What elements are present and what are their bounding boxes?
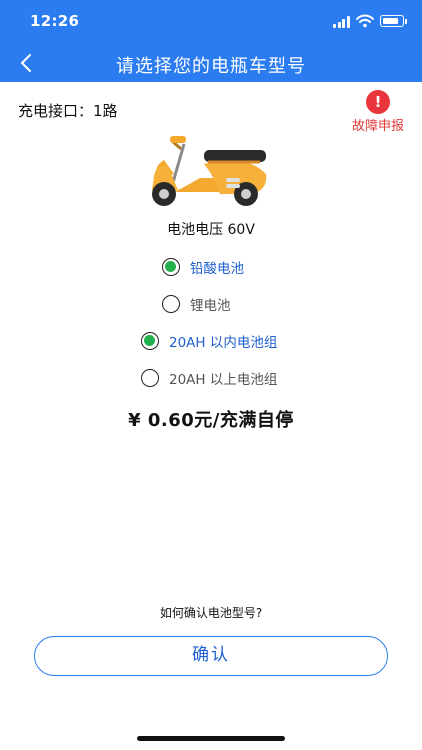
home-indicator — [137, 736, 285, 741]
help-link[interactable]: 如何确认电池型号? — [0, 604, 422, 621]
battery-type-lithium[interactable]: 锂电池 — [162, 294, 231, 314]
status-bar: 12:26 — [0, 0, 422, 44]
capacity-label: 20AH 以内电池组 — [169, 335, 278, 351]
radio-icon — [141, 369, 159, 387]
confirm-button[interactable]: 确认 — [34, 636, 388, 676]
capacity-label: 20AH 以上电池组 — [169, 372, 278, 388]
nav-bar: 请选择您的电瓶车型号 — [0, 44, 422, 82]
capacity-over-20ah[interactable]: 20AH 以上电池组 — [141, 368, 277, 388]
wifi-icon — [356, 14, 374, 28]
price-label: ¥ 0.60元/充满自停 — [128, 410, 294, 431]
battery-level — [383, 18, 398, 24]
exclamation-icon: ! — [366, 90, 390, 114]
voltage-label: 电池电压 60V — [167, 222, 255, 238]
radio-icon — [162, 295, 180, 313]
chevron-left-icon[interactable] — [12, 48, 42, 78]
capacity-under-20ah[interactable]: 20AH 以内电池组 — [141, 331, 277, 351]
scooter-icon — [152, 136, 267, 206]
radio-icon — [141, 332, 159, 350]
battery-type-label: 铅酸电池 — [190, 261, 244, 277]
charge-port-label: 充电接口：1路 — [18, 102, 118, 120]
battery-type-lead-acid[interactable]: 铅酸电池 — [162, 257, 244, 277]
battery-icon — [380, 15, 407, 27]
fault-report-button[interactable]: ! 故障申报 — [340, 90, 416, 134]
fault-report-label: 故障申报 — [351, 119, 404, 134]
status-time: 12:26 — [30, 12, 80, 30]
signal-icon — [333, 16, 351, 28]
battery-type-label: 锂电池 — [190, 298, 231, 314]
radio-icon — [162, 258, 180, 276]
page-title: 请选择您的电瓶车型号 — [116, 56, 306, 77]
